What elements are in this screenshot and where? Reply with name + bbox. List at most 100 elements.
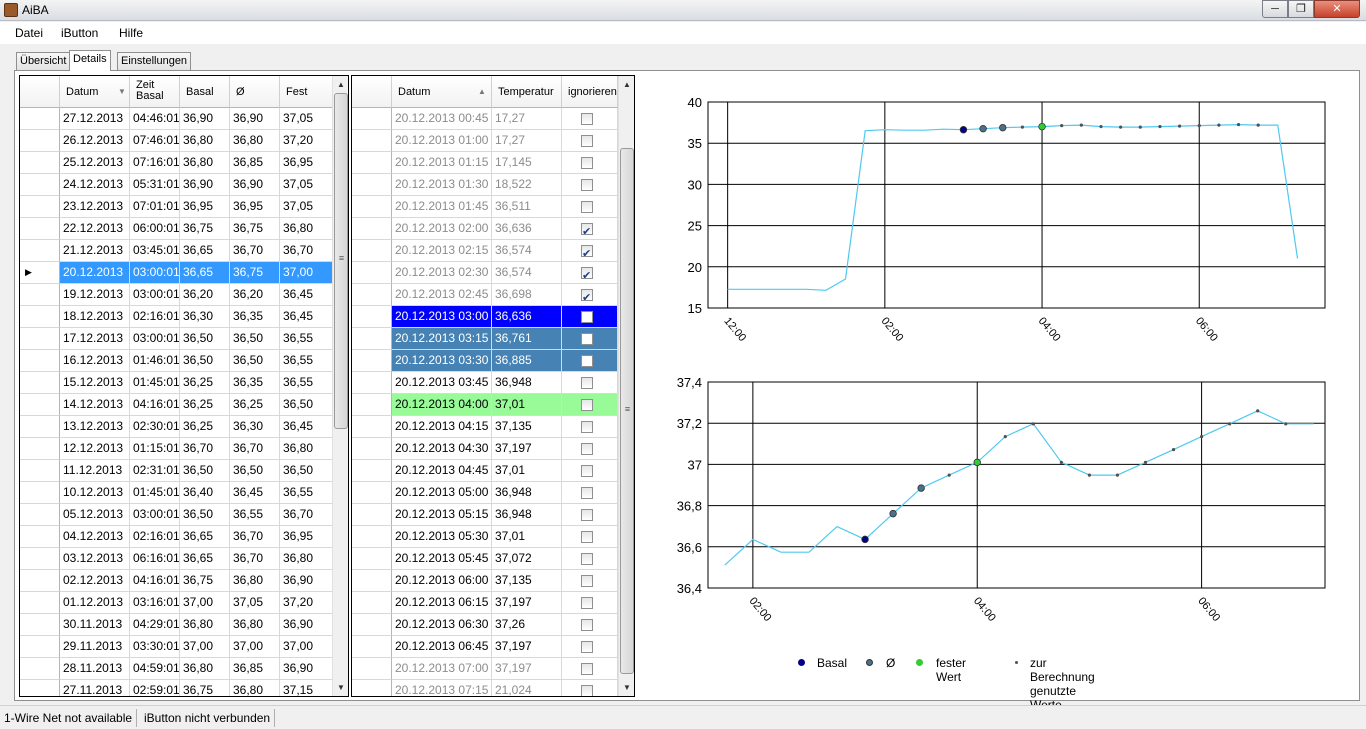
cell-temperatur[interactable]: 37,01 — [492, 394, 562, 416]
table-row[interactable]: 12.12.2013 01:15:01 36,70 36,70 36,80 — [20, 438, 348, 460]
cell-temperatur[interactable]: 36,948 — [492, 482, 562, 504]
table-row[interactable]: 05.12.2013 03:00:01 36,50 36,55 36,70 — [20, 504, 348, 526]
cell-zeit-basal[interactable]: 01:45:01 — [130, 482, 180, 504]
cell-avg[interactable]: 37,00 — [230, 636, 280, 658]
cell-basal[interactable]: 36,50 — [180, 504, 230, 526]
row-header[interactable] — [352, 636, 392, 658]
table-row[interactable]: 20.12.2013 05:45 37,072 — [352, 548, 634, 570]
row-header[interactable] — [20, 328, 60, 350]
cell-zeit-basal[interactable]: 03:00:01 — [130, 328, 180, 350]
row-header[interactable] — [352, 372, 392, 394]
table-row[interactable]: 20.12.2013 02:15 36,574 — [352, 240, 634, 262]
cell-zeit-basal[interactable]: 07:16:01 — [130, 152, 180, 174]
cell-zeit-basal[interactable]: 04:59:01 — [130, 658, 180, 680]
table-row[interactable]: 20.12.2013 05:00 36,948 — [352, 482, 634, 504]
cell-datum[interactable]: 23.12.2013 — [60, 196, 130, 218]
cell-datum[interactable]: 20.12.2013 04:30 — [392, 438, 492, 460]
cell-fest[interactable]: 36,55 — [280, 328, 333, 350]
ignore-checkbox[interactable] — [581, 333, 593, 345]
column-header-zeit-basal[interactable]: Zeit Basal — [130, 76, 180, 108]
cell-avg[interactable]: 36,35 — [230, 372, 280, 394]
maximize-button[interactable]: ❐ — [1288, 0, 1314, 18]
table-row[interactable]: 20.12.2013 06:00 37,135 — [352, 570, 634, 592]
row-header[interactable] — [352, 350, 392, 372]
table-row[interactable]: 10.12.2013 01:45:01 36,40 36,45 36,55 — [20, 482, 348, 504]
cell-datum[interactable]: 16.12.2013 — [60, 350, 130, 372]
cell-datum[interactable]: 12.12.2013 — [60, 438, 130, 460]
column-header-basal[interactable]: Basal — [180, 76, 230, 108]
ignore-checkbox[interactable] — [581, 465, 593, 477]
cell-datum[interactable]: 21.12.2013 — [60, 240, 130, 262]
row-header[interactable] — [352, 328, 392, 350]
table-row[interactable]: 20.12.2013 01:15 17,145 — [352, 152, 634, 174]
cell-temperatur[interactable]: 37,197 — [492, 658, 562, 680]
cell-datum[interactable]: 20.12.2013 03:15 — [392, 328, 492, 350]
row-header[interactable] — [20, 372, 60, 394]
cell-avg[interactable]: 36,95 — [230, 196, 280, 218]
cell-basal[interactable]: 36,80 — [180, 130, 230, 152]
cell-datum[interactable]: 20.12.2013 06:45 — [392, 636, 492, 658]
cell-datum[interactable]: 20.12.2013 02:15 — [392, 240, 492, 262]
cell-datum[interactable]: 13.12.2013 — [60, 416, 130, 438]
cell-datum[interactable]: 20.12.2013 05:30 — [392, 526, 492, 548]
scroll-thumb[interactable]: ≡ — [620, 148, 634, 674]
cell-datum[interactable]: 05.12.2013 — [60, 504, 130, 526]
cell-zeit-basal[interactable]: 07:01:01 — [130, 196, 180, 218]
row-header[interactable] — [352, 504, 392, 526]
cell-datum[interactable]: 10.12.2013 — [60, 482, 130, 504]
table-row[interactable]: 20.12.2013 05:30 37,01 — [352, 526, 634, 548]
cell-avg[interactable]: 36,30 — [230, 416, 280, 438]
cell-temperatur[interactable]: 36,574 — [492, 262, 562, 284]
ignore-checkbox[interactable] — [581, 443, 593, 455]
table-row[interactable]: 20.12.2013 02:00 36,636 — [352, 218, 634, 240]
table-row[interactable]: 16.12.2013 01:46:01 36,50 36,50 36,55 — [20, 350, 348, 372]
row-header[interactable] — [20, 548, 60, 570]
row-header[interactable] — [20, 636, 60, 658]
table-row[interactable]: 01.12.2013 03:16:01 37,00 37,05 37,20 — [20, 592, 348, 614]
cell-temperatur[interactable]: 36,511 — [492, 196, 562, 218]
column-header-fest[interactable]: Fest — [280, 76, 333, 108]
cell-fest[interactable]: 36,50 — [280, 460, 333, 482]
table-row[interactable]: 20.12.2013 00:45 17,27 — [352, 108, 634, 130]
row-header[interactable] — [20, 438, 60, 460]
scroll-up-button[interactable]: ▲ — [333, 76, 348, 93]
cell-fest[interactable]: 36,80 — [280, 548, 333, 570]
cell-basal[interactable]: 36,65 — [180, 526, 230, 548]
cell-temperatur[interactable]: 36,761 — [492, 328, 562, 350]
ignore-checkbox[interactable] — [581, 619, 593, 631]
ignore-checkbox[interactable] — [581, 553, 593, 565]
row-header[interactable] — [352, 658, 392, 680]
cell-datum[interactable]: 26.12.2013 — [60, 130, 130, 152]
table-row[interactable]: 20.12.2013 06:45 37,197 — [352, 636, 634, 658]
cell-fest[interactable]: 36,80 — [280, 218, 333, 240]
cell-avg[interactable]: 36,20 — [230, 284, 280, 306]
table-row[interactable]: 20.12.2013 06:15 37,197 — [352, 592, 634, 614]
table-row[interactable]: 13.12.2013 02:30:01 36,25 36,30 36,45 — [20, 416, 348, 438]
table-row[interactable]: 20.12.2013 02:45 36,698 — [352, 284, 634, 306]
table-row[interactable]: 14.12.2013 04:16:01 36,25 36,25 36,50 — [20, 394, 348, 416]
ignore-checkbox[interactable] — [581, 355, 593, 367]
cell-zeit-basal[interactable]: 07:46:01 — [130, 130, 180, 152]
ignore-checkbox[interactable] — [581, 244, 593, 261]
table-row[interactable]: 20.12.2013 07:00 37,197 — [352, 658, 634, 680]
ignore-checkbox[interactable] — [581, 157, 593, 169]
cell-zeit-basal[interactable]: 06:16:01 — [130, 548, 180, 570]
cell-basal[interactable]: 36,65 — [180, 262, 230, 284]
cell-fest[interactable]: 36,90 — [280, 658, 333, 680]
table-row[interactable]: 20.12.2013 02:30 36,574 — [352, 262, 634, 284]
table-row[interactable]: 19.12.2013 03:00:01 36,20 36,20 36,45 — [20, 284, 348, 306]
column-header-datum[interactable]: Datum ▲ — [392, 76, 492, 108]
cell-fest[interactable]: 37,20 — [280, 592, 333, 614]
cell-datum[interactable]: 20.12.2013 05:00 — [392, 482, 492, 504]
cell-avg[interactable]: 36,70 — [230, 526, 280, 548]
table-row[interactable]: 02.12.2013 04:16:01 36,75 36,80 36,90 — [20, 570, 348, 592]
cell-datum[interactable]: 30.11.2013 — [60, 614, 130, 636]
cell-avg[interactable]: 36,90 — [230, 108, 280, 130]
cell-temperatur[interactable]: 37,197 — [492, 636, 562, 658]
row-header[interactable] — [20, 174, 60, 196]
cell-avg[interactable]: 36,75 — [230, 262, 280, 284]
table-row[interactable]: 11.12.2013 02:31:01 36,50 36,50 36,50 — [20, 460, 348, 482]
cell-fest[interactable]: 36,70 — [280, 504, 333, 526]
scroll-down-button[interactable]: ▼ — [333, 679, 348, 696]
ignore-checkbox[interactable] — [581, 641, 593, 653]
